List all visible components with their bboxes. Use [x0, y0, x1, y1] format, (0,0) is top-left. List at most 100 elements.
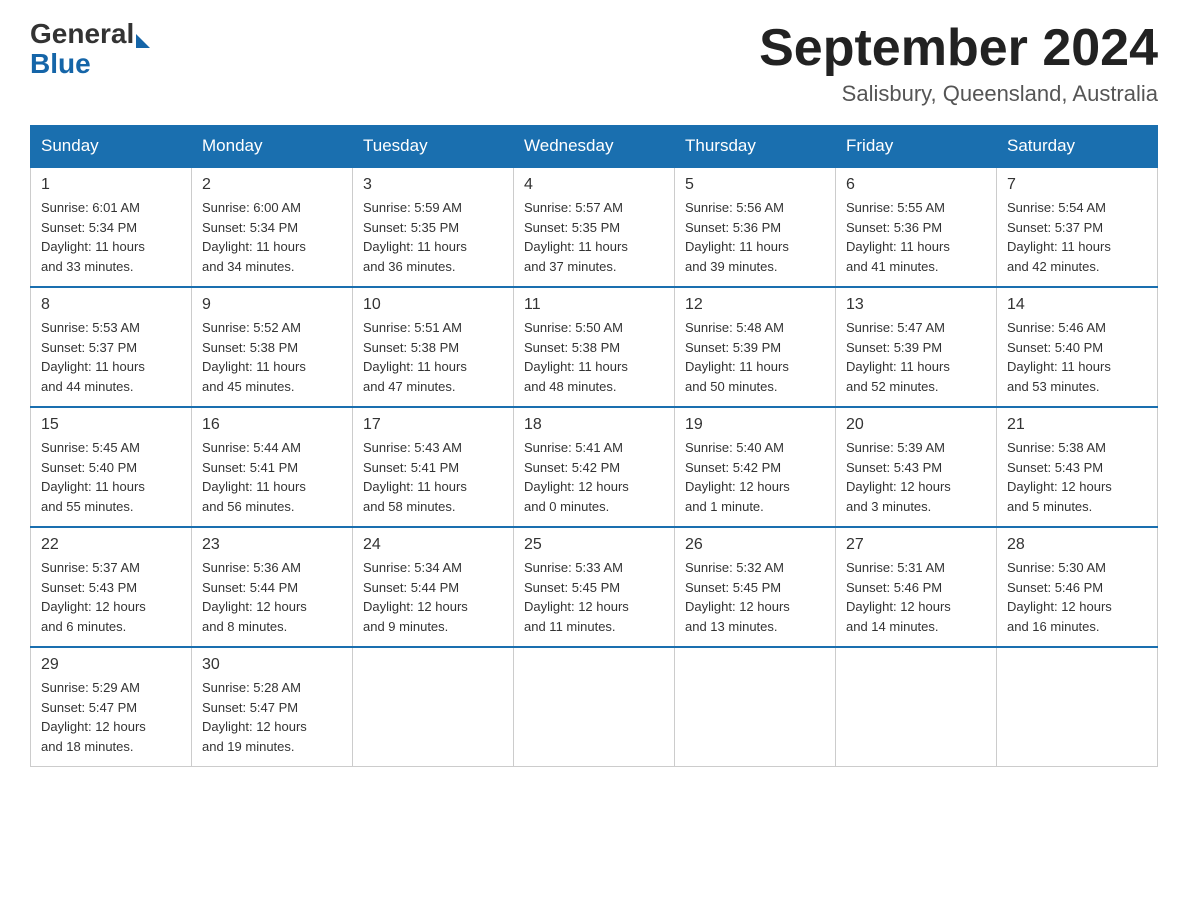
calendar-cell: 24 Sunrise: 5:34 AMSunset: 5:44 PMDaylig… [353, 527, 514, 647]
header-thursday: Thursday [675, 126, 836, 168]
day-info: Sunrise: 5:54 AMSunset: 5:37 PMDaylight:… [1007, 198, 1147, 276]
calendar-cell: 4 Sunrise: 5:57 AMSunset: 5:35 PMDayligh… [514, 167, 675, 287]
calendar-cell [353, 647, 514, 767]
day-number: 1 [41, 176, 181, 194]
day-info: Sunrise: 5:55 AMSunset: 5:36 PMDaylight:… [846, 198, 986, 276]
day-info: Sunrise: 5:38 AMSunset: 5:43 PMDaylight:… [1007, 438, 1147, 516]
day-number: 9 [202, 296, 342, 314]
calendar-cell: 2 Sunrise: 6:00 AMSunset: 5:34 PMDayligh… [192, 167, 353, 287]
calendar-cell: 13 Sunrise: 5:47 AMSunset: 5:39 PMDaylig… [836, 287, 997, 407]
calendar-week-1: 1 Sunrise: 6:01 AMSunset: 5:34 PMDayligh… [31, 167, 1158, 287]
calendar-cell: 5 Sunrise: 5:56 AMSunset: 5:36 PMDayligh… [675, 167, 836, 287]
day-info: Sunrise: 5:53 AMSunset: 5:37 PMDaylight:… [41, 318, 181, 396]
page-header: General Blue September 2024 Salisbury, Q… [30, 20, 1158, 107]
day-info: Sunrise: 5:39 AMSunset: 5:43 PMDaylight:… [846, 438, 986, 516]
calendar-subtitle: Salisbury, Queensland, Australia [759, 81, 1158, 107]
calendar-cell: 27 Sunrise: 5:31 AMSunset: 5:46 PMDaylig… [836, 527, 997, 647]
calendar-week-2: 8 Sunrise: 5:53 AMSunset: 5:37 PMDayligh… [31, 287, 1158, 407]
day-number: 6 [846, 176, 986, 194]
day-info: Sunrise: 5:31 AMSunset: 5:46 PMDaylight:… [846, 558, 986, 636]
day-info: Sunrise: 5:41 AMSunset: 5:42 PMDaylight:… [524, 438, 664, 516]
calendar-cell: 21 Sunrise: 5:38 AMSunset: 5:43 PMDaylig… [997, 407, 1158, 527]
day-number: 7 [1007, 176, 1147, 194]
logo-arrow-icon [136, 34, 150, 48]
calendar-cell: 11 Sunrise: 5:50 AMSunset: 5:38 PMDaylig… [514, 287, 675, 407]
day-info: Sunrise: 5:51 AMSunset: 5:38 PMDaylight:… [363, 318, 503, 396]
day-info: Sunrise: 5:29 AMSunset: 5:47 PMDaylight:… [41, 678, 181, 756]
logo: General Blue [30, 20, 150, 78]
calendar-header-row: Sunday Monday Tuesday Wednesday Thursday… [31, 126, 1158, 168]
calendar-cell: 25 Sunrise: 5:33 AMSunset: 5:45 PMDaylig… [514, 527, 675, 647]
calendar-cell: 12 Sunrise: 5:48 AMSunset: 5:39 PMDaylig… [675, 287, 836, 407]
day-number: 4 [524, 176, 664, 194]
calendar-cell: 18 Sunrise: 5:41 AMSunset: 5:42 PMDaylig… [514, 407, 675, 527]
header-friday: Friday [836, 126, 997, 168]
day-number: 22 [41, 536, 181, 554]
day-info: Sunrise: 5:52 AMSunset: 5:38 PMDaylight:… [202, 318, 342, 396]
day-number: 27 [846, 536, 986, 554]
day-number: 20 [846, 416, 986, 434]
calendar-cell: 20 Sunrise: 5:39 AMSunset: 5:43 PMDaylig… [836, 407, 997, 527]
header-saturday: Saturday [997, 126, 1158, 168]
header-wednesday: Wednesday [514, 126, 675, 168]
calendar-cell: 30 Sunrise: 5:28 AMSunset: 5:47 PMDaylig… [192, 647, 353, 767]
day-number: 13 [846, 296, 986, 314]
day-info: Sunrise: 5:37 AMSunset: 5:43 PMDaylight:… [41, 558, 181, 636]
logo-general-text: General [30, 20, 134, 48]
calendar-cell: 3 Sunrise: 5:59 AMSunset: 5:35 PMDayligh… [353, 167, 514, 287]
calendar-cell [675, 647, 836, 767]
day-info: Sunrise: 5:28 AMSunset: 5:47 PMDaylight:… [202, 678, 342, 756]
day-number: 18 [524, 416, 664, 434]
day-info: Sunrise: 6:00 AMSunset: 5:34 PMDaylight:… [202, 198, 342, 276]
calendar-cell: 17 Sunrise: 5:43 AMSunset: 5:41 PMDaylig… [353, 407, 514, 527]
header-tuesday: Tuesday [353, 126, 514, 168]
day-number: 24 [363, 536, 503, 554]
calendar-week-5: 29 Sunrise: 5:29 AMSunset: 5:47 PMDaylig… [31, 647, 1158, 767]
calendar-cell: 29 Sunrise: 5:29 AMSunset: 5:47 PMDaylig… [31, 647, 192, 767]
calendar-cell: 23 Sunrise: 5:36 AMSunset: 5:44 PMDaylig… [192, 527, 353, 647]
day-number: 11 [524, 296, 664, 314]
day-info: Sunrise: 5:30 AMSunset: 5:46 PMDaylight:… [1007, 558, 1147, 636]
day-info: Sunrise: 5:36 AMSunset: 5:44 PMDaylight:… [202, 558, 342, 636]
calendar-cell: 9 Sunrise: 5:52 AMSunset: 5:38 PMDayligh… [192, 287, 353, 407]
day-info: Sunrise: 5:56 AMSunset: 5:36 PMDaylight:… [685, 198, 825, 276]
day-number: 3 [363, 176, 503, 194]
calendar-week-4: 22 Sunrise: 5:37 AMSunset: 5:43 PMDaylig… [31, 527, 1158, 647]
day-number: 29 [41, 656, 181, 674]
day-number: 8 [41, 296, 181, 314]
header-monday: Monday [192, 126, 353, 168]
calendar-cell [836, 647, 997, 767]
day-number: 16 [202, 416, 342, 434]
day-info: Sunrise: 5:40 AMSunset: 5:42 PMDaylight:… [685, 438, 825, 516]
day-info: Sunrise: 5:47 AMSunset: 5:39 PMDaylight:… [846, 318, 986, 396]
calendar-cell: 1 Sunrise: 6:01 AMSunset: 5:34 PMDayligh… [31, 167, 192, 287]
calendar-cell: 16 Sunrise: 5:44 AMSunset: 5:41 PMDaylig… [192, 407, 353, 527]
day-info: Sunrise: 5:32 AMSunset: 5:45 PMDaylight:… [685, 558, 825, 636]
calendar-cell: 28 Sunrise: 5:30 AMSunset: 5:46 PMDaylig… [997, 527, 1158, 647]
calendar-title-area: September 2024 Salisbury, Queensland, Au… [759, 20, 1158, 107]
logo-blue-text: Blue [30, 50, 150, 78]
day-info: Sunrise: 6:01 AMSunset: 5:34 PMDaylight:… [41, 198, 181, 276]
calendar-week-3: 15 Sunrise: 5:45 AMSunset: 5:40 PMDaylig… [31, 407, 1158, 527]
day-number: 25 [524, 536, 664, 554]
day-number: 15 [41, 416, 181, 434]
calendar-cell: 22 Sunrise: 5:37 AMSunset: 5:43 PMDaylig… [31, 527, 192, 647]
day-info: Sunrise: 5:50 AMSunset: 5:38 PMDaylight:… [524, 318, 664, 396]
calendar-cell [514, 647, 675, 767]
day-number: 2 [202, 176, 342, 194]
day-info: Sunrise: 5:46 AMSunset: 5:40 PMDaylight:… [1007, 318, 1147, 396]
calendar-cell: 7 Sunrise: 5:54 AMSunset: 5:37 PMDayligh… [997, 167, 1158, 287]
day-number: 28 [1007, 536, 1147, 554]
day-number: 12 [685, 296, 825, 314]
calendar-cell: 15 Sunrise: 5:45 AMSunset: 5:40 PMDaylig… [31, 407, 192, 527]
day-number: 21 [1007, 416, 1147, 434]
day-info: Sunrise: 5:34 AMSunset: 5:44 PMDaylight:… [363, 558, 503, 636]
day-number: 5 [685, 176, 825, 194]
header-sunday: Sunday [31, 126, 192, 168]
calendar-table: Sunday Monday Tuesday Wednesday Thursday… [30, 125, 1158, 767]
day-info: Sunrise: 5:43 AMSunset: 5:41 PMDaylight:… [363, 438, 503, 516]
day-number: 23 [202, 536, 342, 554]
calendar-title: September 2024 [759, 20, 1158, 77]
calendar-cell [997, 647, 1158, 767]
calendar-cell: 19 Sunrise: 5:40 AMSunset: 5:42 PMDaylig… [675, 407, 836, 527]
